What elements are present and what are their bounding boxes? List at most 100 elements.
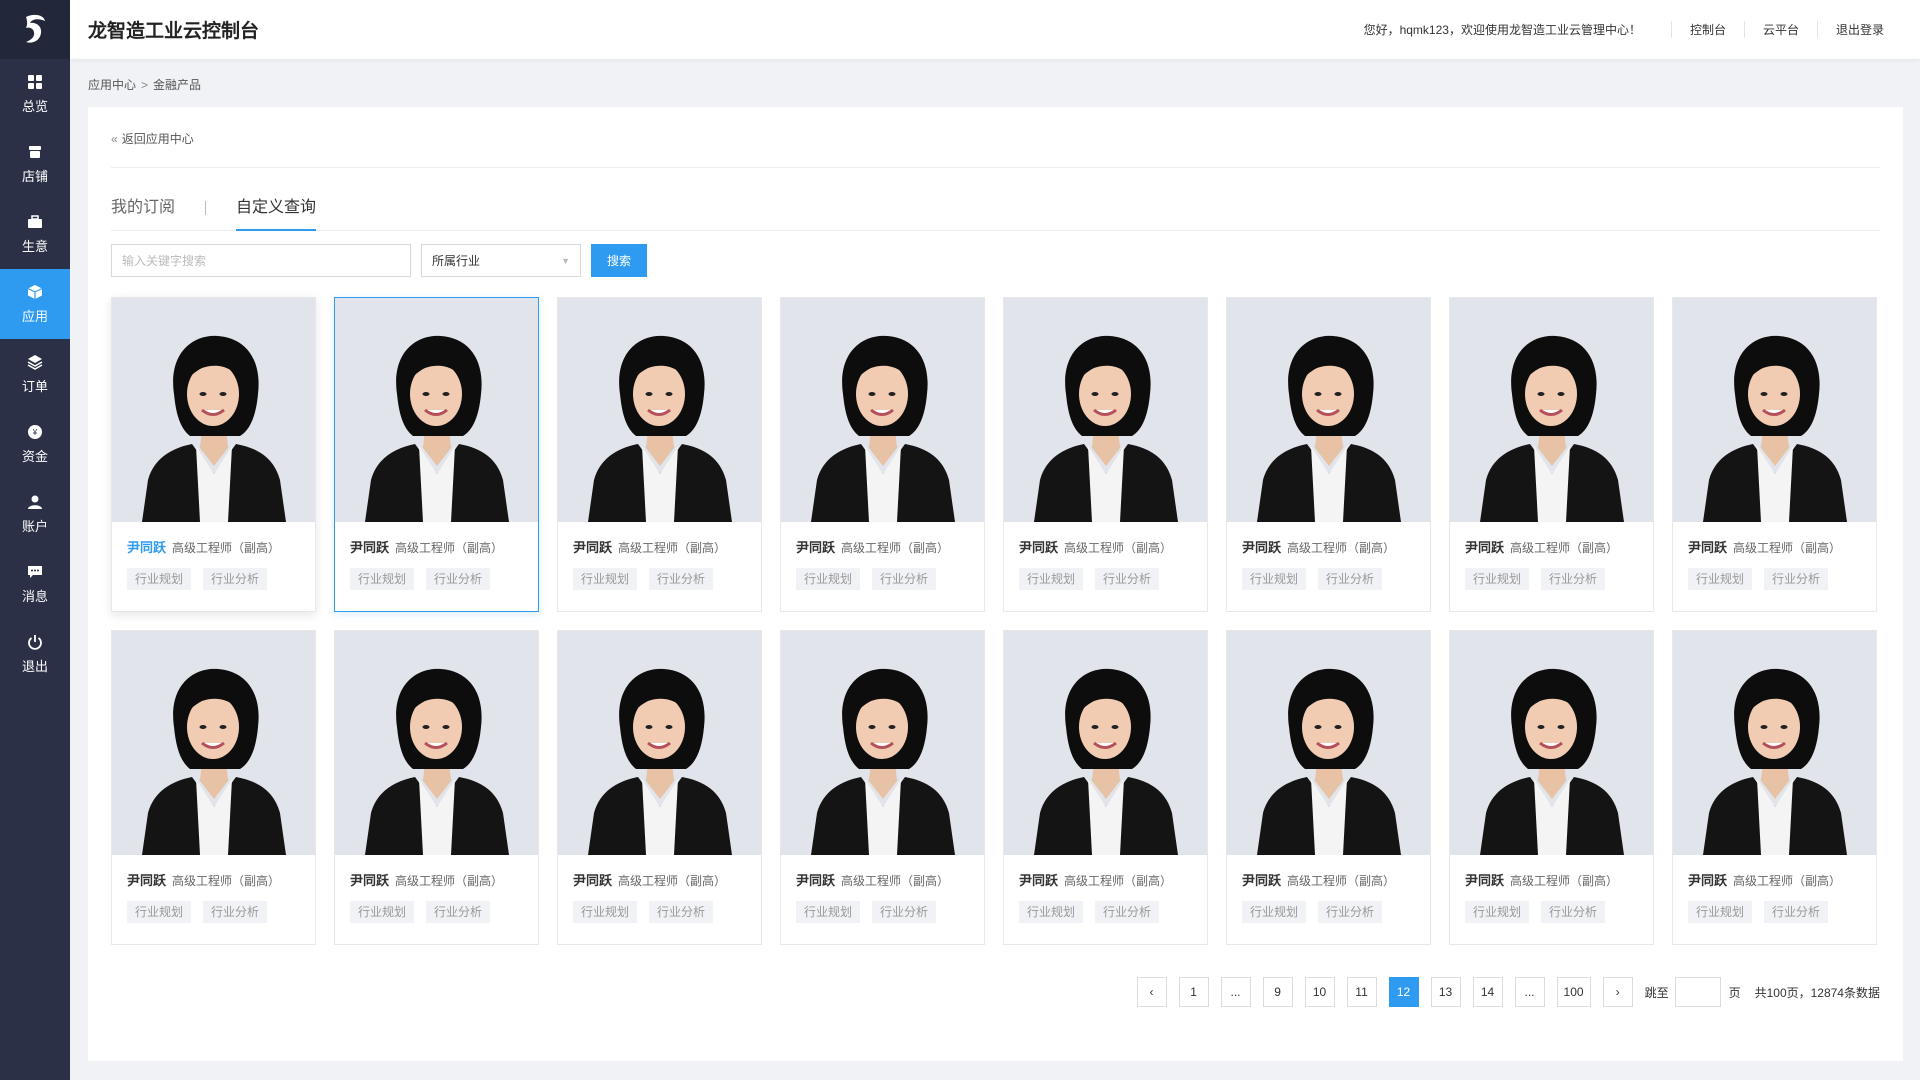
expert-photo	[335, 298, 538, 522]
header-link-logout[interactable]: 退出登录	[1816, 21, 1902, 38]
card-info: 尹同跃 高级工程师（副高） 行业规划 行业分析	[558, 855, 761, 923]
prev-page-button[interactable]: ‹	[1136, 977, 1167, 1007]
name-row: 尹同跃 高级工程师（副高）	[573, 537, 746, 556]
expert-photo	[558, 298, 761, 522]
tag[interactable]: 行业分析	[649, 568, 714, 590]
expert-photo	[1004, 298, 1207, 522]
name-row: 尹同跃 高级工程师（副高）	[1242, 870, 1415, 889]
sidebar-item-3[interactable]: 应用	[0, 269, 70, 339]
header-link-cloud[interactable]: 云平台	[1743, 21, 1817, 38]
sidebar-item-7[interactable]: 消息	[0, 549, 70, 619]
tag[interactable]: 行业规划	[1242, 568, 1307, 590]
sidebar-item-label: 生意	[21, 239, 48, 254]
tag[interactable]: 行业规划	[1019, 901, 1084, 923]
tag[interactable]: 行业分析	[203, 901, 268, 923]
expert-title: 高级工程师（副高）	[1287, 541, 1396, 555]
pagination: ‹ 1... 9 10 11 12 13 14... 100 › 跳至 页共100页，12874条数据	[1136, 977, 1880, 1007]
page-button[interactable]: 1	[1178, 977, 1209, 1007]
sidebar-item-1[interactable]: 店铺	[0, 129, 70, 199]
tag[interactable]: 行业规划	[1465, 568, 1530, 590]
tag[interactable]: 行业分析	[1318, 568, 1383, 590]
sidebar-item-0[interactable]: 总览	[0, 59, 70, 129]
tag[interactable]: 行业规划	[1688, 901, 1753, 923]
back-link[interactable]: «返回应用中心	[111, 130, 194, 147]
page-button[interactable]: 100	[1556, 977, 1591, 1007]
expert-card[interactable]: 尹同跃 高级工程师（副高） 行业规划 行业分析	[111, 630, 316, 945]
tag[interactable]: 行业规划	[127, 901, 192, 923]
search-button[interactable]: 搜索	[591, 244, 647, 277]
tag[interactable]: 行业规划	[127, 568, 192, 590]
expert-card[interactable]: 尹同跃 高级工程师（副高） 行业规划 行业分析	[780, 297, 985, 612]
expert-card[interactable]: 尹同跃 高级工程师（副高） 行业规划 行业分析	[1449, 297, 1654, 612]
page-button[interactable]: 11	[1346, 977, 1377, 1007]
tag[interactable]: 行业规划	[1242, 901, 1307, 923]
expert-photo	[335, 631, 538, 855]
total-count: 共100页，12874条数据	[1754, 985, 1880, 1000]
expert-card[interactable]: 尹同跃 高级工程师（副高） 行业规划 行业分析	[1449, 630, 1654, 945]
expert-name: 尹同跃	[1019, 873, 1059, 888]
tag[interactable]: 行业分析	[426, 901, 491, 923]
tag[interactable]: 行业规划	[796, 901, 861, 923]
tag[interactable]: 行业规划	[1465, 901, 1530, 923]
tab-custom-query[interactable]: 自定义查询	[236, 191, 317, 231]
tab-my-subscriptions[interactable]: 我的订阅	[111, 191, 175, 231]
tag[interactable]: 行业分析	[426, 568, 491, 590]
expert-card[interactable]: 尹同跃 高级工程师（副高） 行业规划 行业分析	[1672, 297, 1877, 612]
back-link-label: 返回应用中心	[121, 132, 194, 146]
breadcrumb-item-finance: 金融产品	[153, 78, 202, 92]
tag[interactable]: 行业分析	[872, 568, 937, 590]
page-button[interactable]: 14	[1472, 977, 1503, 1007]
expert-card[interactable]: 尹同跃 高级工程师（副高） 行业规划 行业分析	[780, 630, 985, 945]
tag[interactable]: 行业分析	[1541, 901, 1606, 923]
tag[interactable]: 行业规划	[573, 568, 638, 590]
page-button[interactable]: 9	[1262, 977, 1293, 1007]
sidebar-item-4[interactable]: 订单	[0, 339, 70, 409]
expert-card[interactable]: 尹同跃 高级工程师（副高） 行业规划 行业分析	[1226, 297, 1431, 612]
logo[interactable]	[0, 0, 70, 59]
header-link-console[interactable]: 控制台	[1670, 21, 1744, 38]
tag[interactable]: 行业规划	[350, 568, 415, 590]
expert-title: 高级工程师（副高）	[172, 874, 281, 888]
sidebar-item-8[interactable]: 退出	[0, 619, 70, 689]
page-button[interactable]: 13	[1430, 977, 1461, 1007]
page-button[interactable]: 10	[1304, 977, 1335, 1007]
sidebar-item-2[interactable]: 生意	[0, 199, 70, 269]
jump-page-input[interactable]	[1674, 977, 1721, 1007]
tag[interactable]: 行业规划	[350, 901, 415, 923]
tag[interactable]: 行业分析	[1541, 568, 1606, 590]
page-button[interactable]: 12	[1388, 977, 1419, 1007]
dragon-logo-icon	[26, 14, 45, 43]
expert-card[interactable]: 尹同跃 高级工程师（副高） 行业规划 行业分析	[557, 297, 762, 612]
page-button[interactable]: ...	[1514, 977, 1545, 1007]
next-page-button[interactable]: ›	[1602, 977, 1633, 1007]
caret-down-icon: ▼	[561, 255, 570, 266]
search-input[interactable]	[111, 244, 411, 277]
tag[interactable]: 行业分析	[1095, 901, 1160, 923]
expert-card[interactable]: 尹同跃 高级工程师（副高） 行业规划 行业分析	[1226, 630, 1431, 945]
tag[interactable]: 行业分析	[1764, 901, 1829, 923]
industry-select[interactable]: 所属行业 ▼	[421, 244, 581, 277]
expert-card[interactable]: 尹同跃 高级工程师（副高） 行业规划 行业分析	[1672, 630, 1877, 945]
tag[interactable]: 行业分析	[649, 901, 714, 923]
tag[interactable]: 行业分析	[1095, 568, 1160, 590]
sidebar-item-6[interactable]: 账户	[0, 479, 70, 549]
expert-card[interactable]: 尹同跃 高级工程师（副高） 行业规划 行业分析	[1003, 297, 1208, 612]
tag[interactable]: 行业分析	[872, 901, 937, 923]
tag-list: 行业规划 行业分析	[573, 901, 746, 923]
expert-photo	[1673, 631, 1876, 855]
breadcrumb-item-app-center[interactable]: 应用中心	[88, 78, 136, 92]
tag[interactable]: 行业分析	[203, 568, 268, 590]
tag[interactable]: 行业规划	[796, 568, 861, 590]
tag[interactable]: 行业规划	[1688, 568, 1753, 590]
tag[interactable]: 行业规划	[1019, 568, 1084, 590]
expert-card[interactable]: 尹同跃 高级工程师（副高） 行业规划 行业分析	[111, 297, 316, 612]
tag[interactable]: 行业分析	[1318, 901, 1383, 923]
sidebar-item-5[interactable]: ¥ 资金	[0, 409, 70, 479]
tag[interactable]: 行业分析	[1764, 568, 1829, 590]
expert-card[interactable]: 尹同跃 高级工程师（副高） 行业规划 行业分析	[334, 630, 539, 945]
expert-card[interactable]: 尹同跃 高级工程师（副高） 行业规划 行业分析	[1003, 630, 1208, 945]
tag[interactable]: 行业规划	[573, 901, 638, 923]
expert-card[interactable]: 尹同跃 高级工程师（副高） 行业规划 行业分析	[334, 297, 539, 612]
page-button[interactable]: ...	[1220, 977, 1251, 1007]
expert-card[interactable]: 尹同跃 高级工程师（副高） 行业规划 行业分析	[557, 630, 762, 945]
